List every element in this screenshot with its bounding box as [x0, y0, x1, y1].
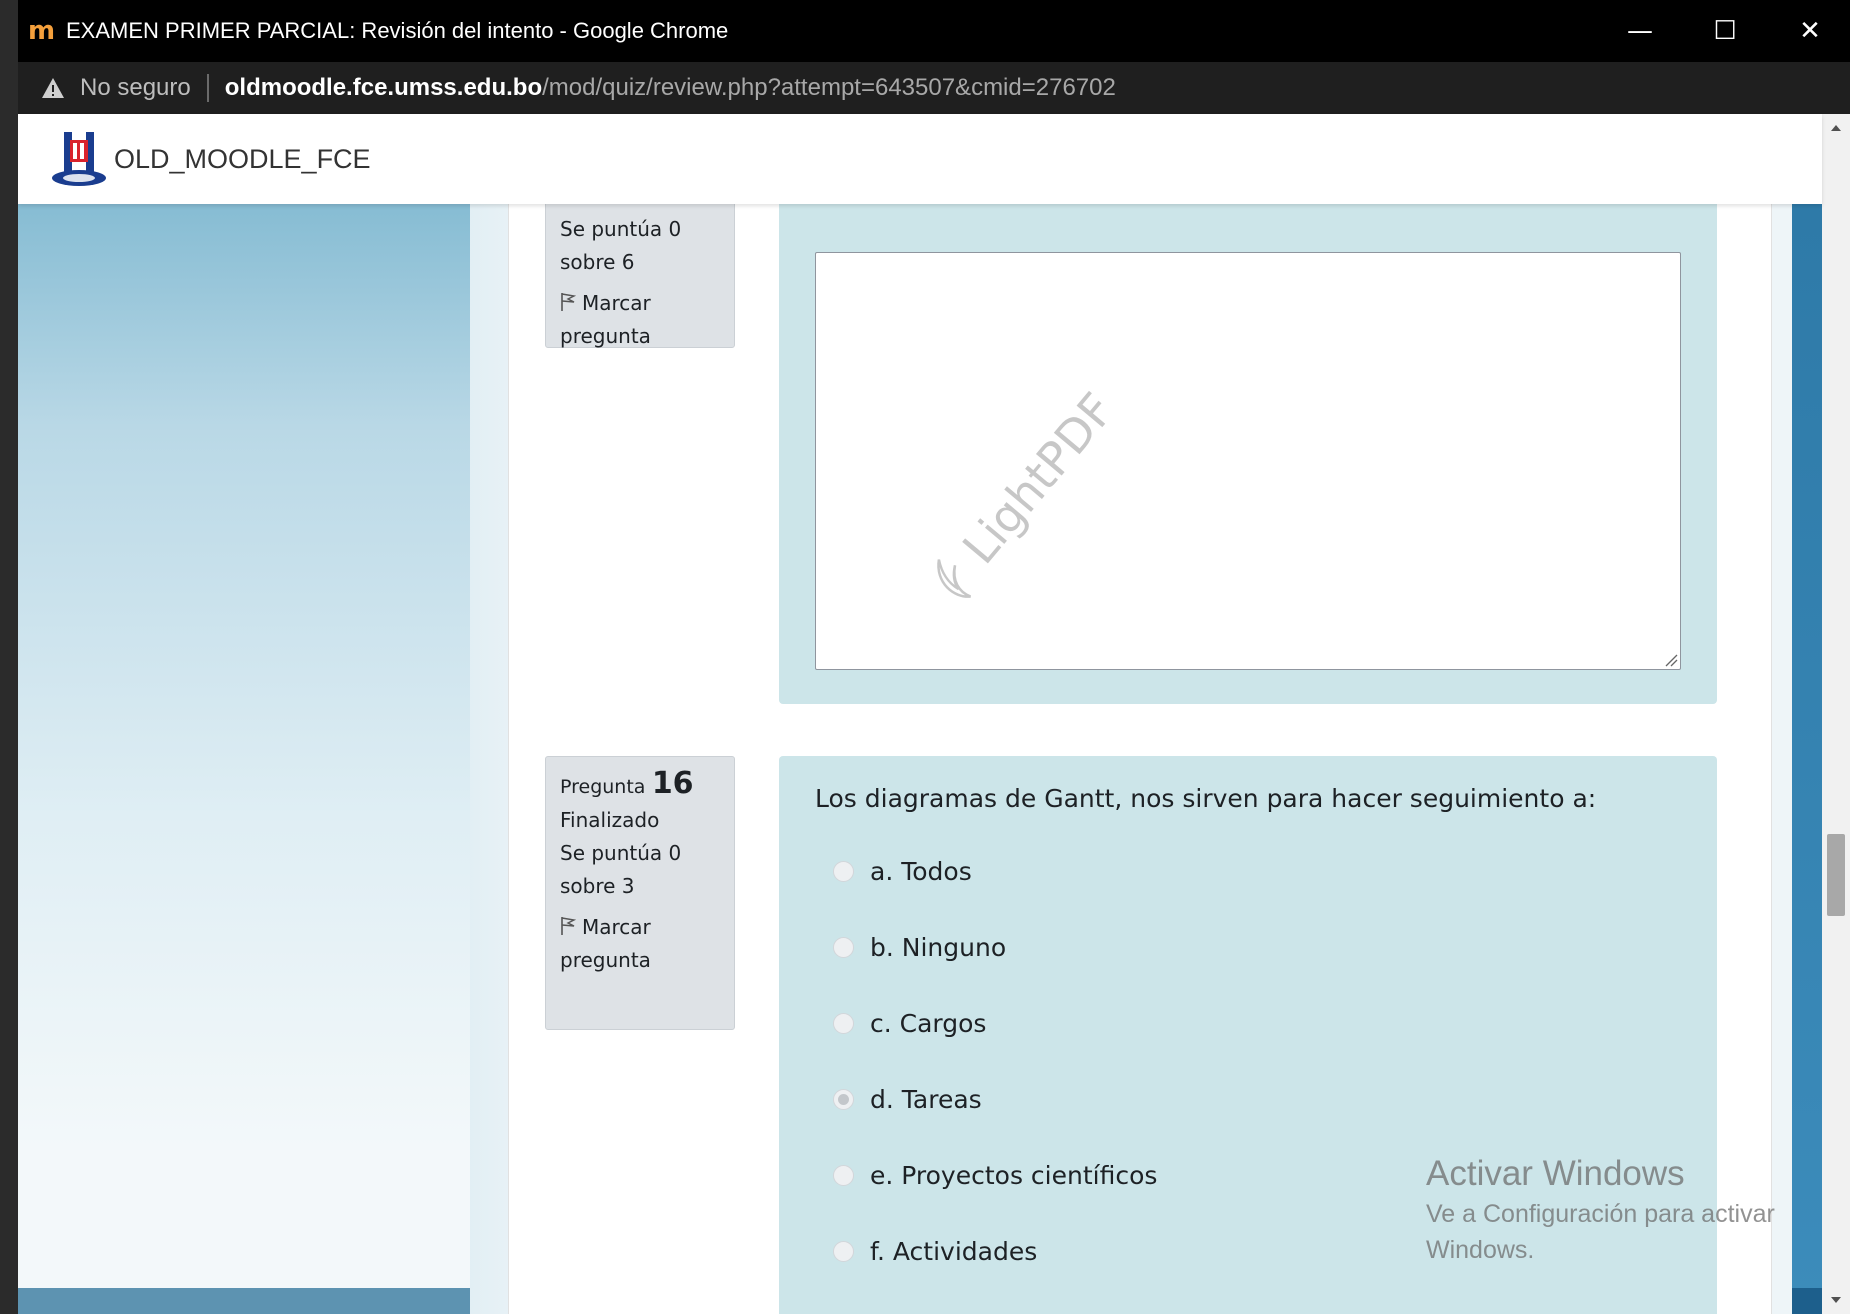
- option-b[interactable]: b. Ninguno: [815, 909, 1681, 985]
- question-15-info: Se puntúa 0 sobre 6 Marcar pregunta: [545, 204, 735, 348]
- desktop-edge: [0, 0, 18, 1314]
- left-background-panel: [18, 204, 470, 1314]
- question-text: Los diagramas de Gantt, nos sirven para …: [815, 784, 1597, 813]
- windows-activation-watermark: Activar Windows Ve a Configuración para …: [1426, 1152, 1826, 1268]
- security-status[interactable]: No seguro: [80, 74, 191, 102]
- maximize-button[interactable]: ☐: [1685, 0, 1765, 62]
- flag-label-line-2[interactable]: pregunta: [560, 320, 720, 353]
- question-number: 16: [651, 766, 694, 801]
- flag-question-16[interactable]: Marcar pregunta: [560, 911, 720, 977]
- question-label: Pregunta: [560, 776, 646, 798]
- scroll-down-button[interactable]: [1822, 1286, 1850, 1314]
- site-name[interactable]: OLD_MOODLE_FCE: [114, 144, 371, 175]
- minimize-icon: —: [1627, 16, 1653, 46]
- close-icon: ✕: [1799, 16, 1821, 46]
- scroll-up-button[interactable]: [1822, 114, 1850, 142]
- radio-option-e[interactable]: [833, 1164, 854, 1186]
- flag-label-line-2[interactable]: pregunta: [560, 944, 720, 977]
- moodle-logo-icon: m: [28, 16, 56, 46]
- question-state: Finalizado: [560, 808, 660, 832]
- page-body: Se puntúa 0 sobre 6 Marcar pregunta Preg…: [18, 204, 1822, 1314]
- radio-option-b[interactable]: [833, 936, 854, 958]
- activate-subtitle: Ve a Configuración para activar Windows.: [1426, 1200, 1775, 1264]
- vertical-scrollbar[interactable]: [1822, 114, 1850, 1314]
- warning-icon[interactable]: [40, 75, 66, 101]
- question-16-info: Pregunta 16 Finalizado Se puntúa 0 sobre…: [545, 756, 735, 1030]
- radio-option-f[interactable]: [833, 1240, 854, 1262]
- flag-icon: [561, 917, 576, 935]
- resize-handle-icon[interactable]: [1662, 651, 1678, 667]
- close-button[interactable]: ✕: [1770, 0, 1850, 62]
- essay-answer-textarea[interactable]: [815, 252, 1681, 670]
- left-panel-footer: [18, 1288, 470, 1314]
- option-label: a. Todos: [870, 856, 972, 886]
- flag-label-line-1[interactable]: Marcar: [582, 915, 651, 939]
- score-line-2: sobre 6: [560, 250, 635, 274]
- title-bar: m EXAMEN PRIMER PARCIAL: Revisión del in…: [18, 0, 1850, 62]
- option-d[interactable]: d. Tareas: [815, 1061, 1681, 1137]
- right-background-strip: [1792, 204, 1822, 1314]
- score-line-1: Se puntúa 0: [560, 841, 682, 865]
- option-a[interactable]: a. Todos: [815, 833, 1681, 909]
- url-path[interactable]: /mod/quiz/review.php?attempt=643507&cmid…: [542, 74, 1116, 102]
- window-title: EXAMEN PRIMER PARCIAL: Revisión del inte…: [66, 18, 729, 43]
- question-number-row: Pregunta 16: [560, 767, 720, 804]
- question-15-content: [779, 204, 1717, 704]
- quiz-review-content: Se puntúa 0 sobre 6 Marcar pregunta Preg…: [508, 204, 1772, 1314]
- score-line-1: Se puntúa 0: [560, 217, 682, 241]
- flag-label-line-1[interactable]: Marcar: [582, 291, 651, 315]
- option-c[interactable]: c. Cargos: [815, 985, 1681, 1061]
- browser-window: m EXAMEN PRIMER PARCIAL: Revisión del in…: [18, 0, 1850, 1314]
- scroll-thumb[interactable]: [1827, 834, 1845, 916]
- radio-option-c[interactable]: [833, 1012, 854, 1034]
- option-label: c. Cargos: [870, 1008, 987, 1038]
- right-strip-footer: [1792, 1288, 1822, 1314]
- address-bar[interactable]: No seguro oldmoodle.fce.umss.edu.bo /mod…: [18, 62, 1850, 114]
- option-label: d. Tareas: [870, 1084, 982, 1114]
- flag-question-15[interactable]: Marcar pregunta: [560, 287, 720, 353]
- site-navbar: OLD_MOODLE_FCE: [18, 114, 1822, 204]
- maximize-icon: ☐: [1713, 16, 1737, 46]
- score-line-2: sobre 3: [560, 874, 635, 898]
- arrow-up-icon: [1831, 125, 1841, 131]
- option-label: f. Actividades: [870, 1236, 1038, 1266]
- option-label: e. Proyectos científicos: [870, 1160, 1158, 1190]
- activate-title: Activar Windows: [1426, 1154, 1685, 1193]
- option-label: b. Ninguno: [870, 932, 1007, 962]
- address-separator: [206, 74, 209, 102]
- arrow-down-icon: [1831, 1297, 1841, 1303]
- url-host[interactable]: oldmoodle.fce.umss.edu.bo: [225, 74, 542, 102]
- minimize-button[interactable]: —: [1600, 0, 1680, 62]
- radio-option-d[interactable]: [833, 1088, 854, 1110]
- site-logo-icon[interactable]: [48, 128, 110, 190]
- flag-icon: [561, 293, 576, 311]
- radio-option-a[interactable]: [833, 860, 854, 882]
